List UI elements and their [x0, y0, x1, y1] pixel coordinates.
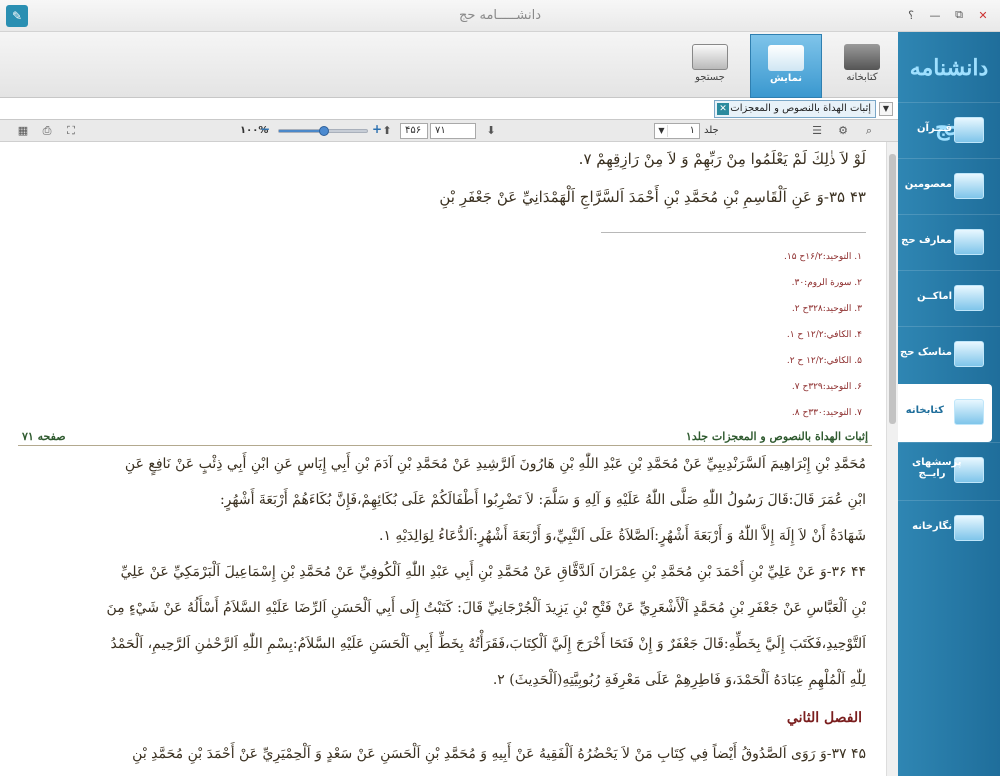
- volume-select[interactable]: ▼ ١: [654, 123, 700, 139]
- chevron-down-icon: ▼: [656, 125, 668, 137]
- page-header-title: إثبات الهداة بالنصوص و المعجزات جلد١: [685, 430, 868, 443]
- volume-label: جلد: [704, 125, 719, 136]
- tab-display[interactable]: نمایش: [750, 34, 822, 98]
- list-icon[interactable]: ☰: [810, 124, 824, 138]
- sidebar-item-gallery[interactable]: نگارخانه: [898, 500, 1000, 558]
- text-line: لَوْ لاَ ذٰلِكَ لَمْ يَعْلَمُوا مِنْ رَب…: [578, 150, 866, 168]
- sidebar-item-label: معصومین: [904, 179, 952, 190]
- title-bar: ✎ دانشـــــامه حج ؟ — ⧉ ✕: [0, 0, 1000, 32]
- close-button[interactable]: ✕: [974, 9, 992, 22]
- text-line: اَلتَّوْحِيدِ،فَكَتَبَ إِلَيَّ بِخَطِّهِ…: [110, 636, 866, 652]
- footnote: ٢. سورة الروم:٣٠.: [791, 278, 862, 288]
- quran-icon: [954, 117, 984, 143]
- zoom-slider-thumb[interactable]: [319, 126, 329, 136]
- open-document-tab[interactable]: ✕ إثبات الهداة بالنصوص و المعجزات: [714, 100, 876, 118]
- hajj-encyclopedia-logo: دانشنامه حج: [909, 55, 989, 141]
- tab-search-label: جستجو: [695, 72, 725, 83]
- text-line: بْنِ اَلْعَبَّاسِ عَنْ جَعْفَرِ بْنِ مُح…: [106, 600, 866, 616]
- books-icon: [844, 44, 880, 70]
- main-sidebar: دانشنامه حج قـــرآن معصومین معارف حج اما…: [898, 32, 1000, 776]
- sidebar-item-label: پرسشهای رایــج: [912, 457, 962, 479]
- viewer-toolbar: ▦ ⎙ ⛶ ١٠٠% − + ⬆ ۴۵۶ ٧١ ⬇ ▼ ١ جلد ⌕ ⚙ ☰: [0, 120, 898, 142]
- gallery-icon: [954, 515, 984, 541]
- footnote: ١. التوحيد:١۶/٢ح ١۵.: [784, 252, 862, 262]
- sidebar-item-quran[interactable]: قـــرآن: [898, 102, 1000, 160]
- window-title: دانشـــــامه حج: [458, 8, 542, 23]
- sidebar-item-places[interactable]: اماکــن: [898, 270, 1000, 328]
- page-header: إثبات الهداة بالنصوص و المعجزات جلد١ صفح…: [18, 428, 872, 446]
- text-line: ابْنِ عُمَرَ قَالَ:قَالَ رَسُولُ اللّٰهِ…: [219, 492, 866, 508]
- sidebar-item-faq[interactable]: پرسشهای رایــج: [898, 442, 1000, 500]
- mosque-icon: [954, 285, 984, 311]
- window-controls: ؟ — ⧉ ✕: [902, 8, 992, 22]
- zoom-out-button[interactable]: −: [258, 122, 272, 138]
- text-line: ۴۴ ٣۶-وَ عَنْ عَلِيِّ بْنِ أَحْمَدَ بْنِ…: [120, 564, 866, 580]
- page-header-number: صفحه ٧١: [22, 430, 66, 443]
- fullscreen-icon[interactable]: ⛶: [64, 124, 78, 138]
- sidebar-item-label: کتابخانه: [905, 405, 944, 416]
- close-tab-icon[interactable]: ✕: [717, 103, 729, 115]
- volume-select-value: ١: [689, 125, 695, 136]
- sidebar-item-label: قـــرآن: [917, 123, 952, 134]
- ribbon-toolbar: کتابخانه نمایش جستجو: [0, 32, 898, 98]
- tab-library[interactable]: کتابخانه: [826, 34, 898, 98]
- footnote: ۵. الكافي:١٢/٢ ح ٢.: [786, 356, 862, 366]
- sidebar-item-maaref[interactable]: معارف حج: [898, 214, 1000, 272]
- sidebar-item-label: اماکــن: [916, 291, 952, 302]
- text-line: ۴٣ ٣۵-وَ عَنِ اَلْقَاسِمِ بْنِ مُحَمَّدِ…: [439, 188, 866, 206]
- sidebar-item-label: مناسک حج: [900, 347, 952, 358]
- footnote: ۴. الكافي:١٢/٢ ح ١.: [786, 330, 862, 340]
- page-up-icon[interactable]: ⬆: [380, 124, 394, 138]
- document-content: لَوْ لاَ ذٰلِكَ لَمْ يَعْلَمُوا مِنْ رَب…: [0, 142, 886, 776]
- sidebar-item-masoumin[interactable]: معصومین: [898, 158, 1000, 216]
- pilgrim-icon: [954, 341, 984, 367]
- help-button[interactable]: ؟: [902, 9, 920, 22]
- text-line: ۴۵ ٣٧-وَ رَوَى اَلصَّدُوقُ أَيْضاً فِي ك…: [132, 746, 866, 762]
- sidebar-item-manasek[interactable]: مناسک حج: [898, 326, 1000, 384]
- footnote: ٣. التوحيد:٣٢٨ح ٢.: [791, 304, 862, 314]
- minimize-button[interactable]: —: [926, 9, 944, 22]
- footnote: ٧. التوحيد:٣٣٠ح ٨.: [791, 408, 862, 418]
- maximize-button[interactable]: ⧉: [950, 8, 968, 22]
- text-line: لِلّٰهِ اَلْمُلْهِمِ عِبَادَهُ اَلْحَمْد…: [492, 672, 866, 688]
- page-number-input[interactable]: ٧١: [430, 123, 476, 139]
- footnote-separator: [601, 232, 866, 233]
- tab-search[interactable]: جستجو: [674, 34, 746, 98]
- settings-gear-icon[interactable]: ⚙: [836, 124, 850, 138]
- open-document-title: إثبات الهداة بالنصوص و المعجزات: [730, 103, 871, 114]
- columns-icon[interactable]: ▦: [16, 124, 30, 138]
- library-books-icon: [954, 399, 984, 425]
- book-open-icon: [954, 229, 984, 255]
- page-down-icon[interactable]: ⬇: [484, 124, 498, 138]
- shrine-icon: [954, 173, 984, 199]
- sidebar-item-library[interactable]: کتابخانه: [898, 384, 992, 442]
- search-icon[interactable]: ⌕: [862, 124, 876, 138]
- document-view-icon: [768, 45, 804, 71]
- zoom-slider-fill: [279, 130, 324, 132]
- scrollbar-thumb[interactable]: [889, 154, 896, 424]
- tab-display-label: نمایش: [769, 73, 803, 84]
- tab-list-dropdown-icon[interactable]: ▼: [879, 102, 893, 116]
- tab-library-label: کتابخانه: [846, 72, 878, 83]
- magnifier-icon: [692, 44, 728, 70]
- sidebar-item-label: معارف حج: [901, 235, 952, 246]
- text-line: شَهَادَةُ أَنْ لاَ إِلَهَ إِلاَّ اللّٰهُ…: [379, 528, 866, 544]
- vertical-scrollbar[interactable]: [886, 142, 898, 776]
- zoom-slider[interactable]: [278, 126, 368, 136]
- section-heading: الفصل الثاني: [786, 710, 862, 726]
- page-total: ۴۵۶: [400, 123, 428, 139]
- print-icon[interactable]: ⎙: [40, 124, 54, 138]
- sidebar-item-label: نگارخانه: [912, 521, 952, 532]
- document-tab-bar: ✕ إثبات الهداة بالنصوص و المعجزات ▼: [0, 98, 898, 120]
- footnote: ۶. التوحيد:٣٢٩ح ٧.: [791, 382, 862, 392]
- text-line: مُحَمَّدِ بْنِ إِبْرَاهِيمَ اَلسَّرَنْدِ…: [124, 456, 866, 472]
